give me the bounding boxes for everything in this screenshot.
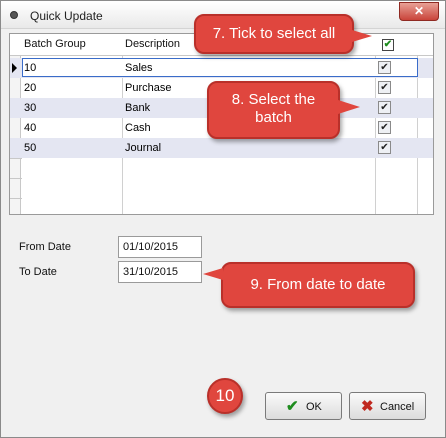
row-checkbox[interactable]: ✔ bbox=[378, 101, 391, 114]
to-date-field[interactable]: 31/10/2015 bbox=[118, 261, 202, 283]
selected-row-highlight bbox=[22, 58, 418, 77]
cross-icon: ✖ bbox=[361, 398, 374, 415]
cell-batch-group: 50 bbox=[24, 142, 37, 154]
step-number-badge: 10 bbox=[207, 378, 243, 414]
select-all-checkbox[interactable]: ✔ bbox=[382, 39, 394, 51]
cell-description: Purchase bbox=[125, 82, 172, 94]
callout-select-all: 7. Tick to select all bbox=[194, 14, 354, 54]
callout-pointer bbox=[338, 100, 360, 114]
callout-select-batch: 8. Select the batch bbox=[207, 81, 340, 139]
window-title: Quick Update bbox=[30, 9, 103, 23]
cell-batch-group: 40 bbox=[24, 122, 37, 134]
current-row-arrow-icon bbox=[12, 63, 17, 73]
cell-batch-group: 30 bbox=[24, 102, 37, 114]
from-date-label: From Date bbox=[19, 241, 71, 253]
cell-batch-group: 20 bbox=[24, 82, 37, 94]
row-checkbox[interactable]: ✔ bbox=[378, 141, 391, 154]
table-row[interactable]: 50 Journal ✔ bbox=[10, 138, 433, 158]
callout-select-all-text: 7. Tick to select all bbox=[212, 25, 336, 42]
quick-update-dialog: Quick Update ✕ Batch Group Description ✔… bbox=[0, 0, 446, 438]
callout-select-batch-line2: batch bbox=[255, 109, 292, 126]
callout-pointer bbox=[203, 268, 223, 280]
callout-date-range: 9. From date to date bbox=[221, 262, 415, 308]
cell-description: Sales bbox=[125, 62, 153, 74]
cell-batch-group: 10 bbox=[24, 62, 37, 74]
callout-select-batch-line1: 8. Select the bbox=[231, 91, 316, 108]
cancel-button[interactable]: ✖ Cancel bbox=[349, 392, 426, 420]
cell-description: Journal bbox=[125, 142, 162, 154]
column-header-batch-group[interactable]: Batch Group bbox=[24, 38, 86, 50]
row-divider bbox=[10, 178, 22, 179]
cell-description: Cash bbox=[125, 122, 151, 134]
app-icon bbox=[10, 11, 18, 19]
ok-button[interactable]: ✔ OK bbox=[265, 392, 342, 420]
row-divider bbox=[10, 198, 22, 199]
ok-button-label: OK bbox=[306, 401, 322, 413]
column-header-description[interactable]: Description bbox=[125, 38, 180, 50]
cancel-button-label: Cancel bbox=[380, 401, 415, 413]
row-divider bbox=[10, 158, 22, 159]
close-icon: ✕ bbox=[413, 4, 425, 18]
callout-date-range-text: 9. From date to date bbox=[250, 276, 386, 293]
to-date-label: To Date bbox=[19, 266, 57, 278]
table-row[interactable]: 10 Sales ✔ bbox=[10, 58, 433, 78]
close-button[interactable]: ✕ bbox=[399, 2, 439, 21]
callout-pointer bbox=[352, 30, 372, 42]
row-checkbox[interactable]: ✔ bbox=[378, 121, 391, 134]
row-checkbox[interactable]: ✔ bbox=[378, 81, 391, 94]
row-checkbox[interactable]: ✔ bbox=[378, 61, 391, 74]
cell-description: Bank bbox=[125, 102, 151, 114]
check-icon: ✔ bbox=[286, 398, 299, 415]
from-date-field[interactable]: 01/10/2015 bbox=[118, 236, 202, 258]
